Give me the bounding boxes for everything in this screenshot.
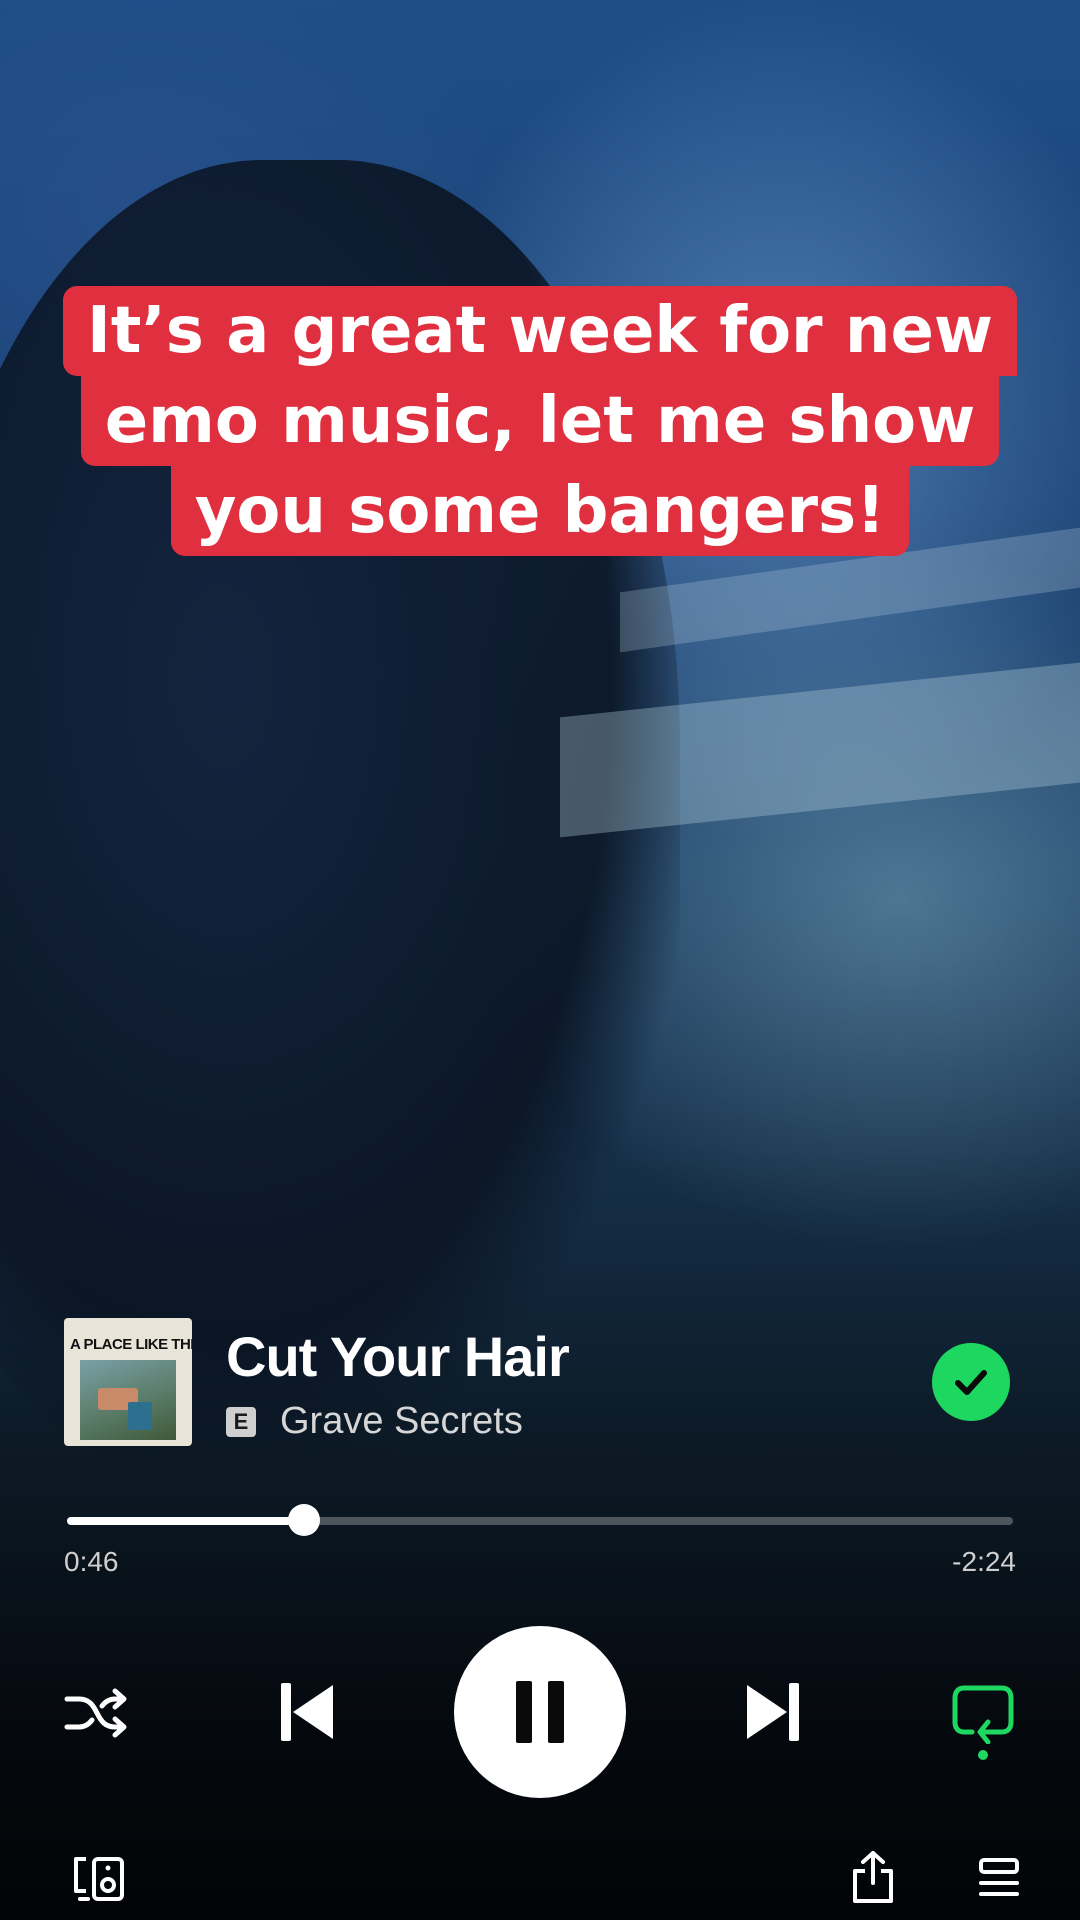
now-playing-track-info: A PLACE LIKE THIS Cut Your Hair E Grave … — [64, 1318, 1016, 1448]
album-art-text: A PLACE LIKE THIS — [70, 1336, 192, 1353]
saved-to-library-button[interactable] — [932, 1343, 1010, 1421]
shuffle-button[interactable] — [58, 1682, 134, 1744]
remaining-time: -2:24 — [952, 1546, 1016, 1577]
connect-device-button[interactable] — [72, 1854, 128, 1904]
repeat-button[interactable] — [948, 1680, 1018, 1746]
repeat-active-indicator — [978, 1750, 988, 1760]
explicit-badge: E — [226, 1406, 256, 1437]
artist-name[interactable]: Grave Secrets — [280, 1400, 523, 1443]
progress-handle[interactable] — [287, 1504, 320, 1536]
skip-previous-icon — [281, 1683, 333, 1741]
pause-icon — [516, 1681, 564, 1743]
progress-fill — [67, 1517, 304, 1525]
track-title[interactable]: Cut Your Hair — [226, 1324, 570, 1389]
previous-track-button[interactable] — [270, 1676, 340, 1748]
share-button[interactable] — [848, 1848, 898, 1906]
queue-icon — [979, 1858, 1019, 1896]
queue-button[interactable] — [976, 1856, 1022, 1900]
connect-device-icon — [74, 1857, 124, 1901]
caption-line-3: you some bangers! — [170, 466, 910, 556]
album-art[interactable]: A PLACE LIKE THIS — [64, 1318, 192, 1446]
next-track-button[interactable] — [740, 1676, 810, 1748]
caption-line-1: It’s a great week for new — [63, 286, 1017, 376]
share-icon — [853, 1851, 893, 1903]
pause-button[interactable] — [454, 1626, 626, 1798]
progress-bar[interactable] — [67, 1504, 1013, 1536]
shuffle-icon — [64, 1688, 127, 1738]
skip-next-icon — [747, 1683, 799, 1741]
video-caption: It’s a great week for new emo music, let… — [0, 286, 1080, 556]
elapsed-time: 0:46 — [64, 1546, 119, 1577]
repeat-icon — [952, 1685, 1014, 1744]
artist-row: E Grave Secrets — [226, 1400, 523, 1443]
checkmark-icon — [955, 1370, 987, 1395]
caption-line-2: emo music, let me show — [80, 376, 1000, 466]
